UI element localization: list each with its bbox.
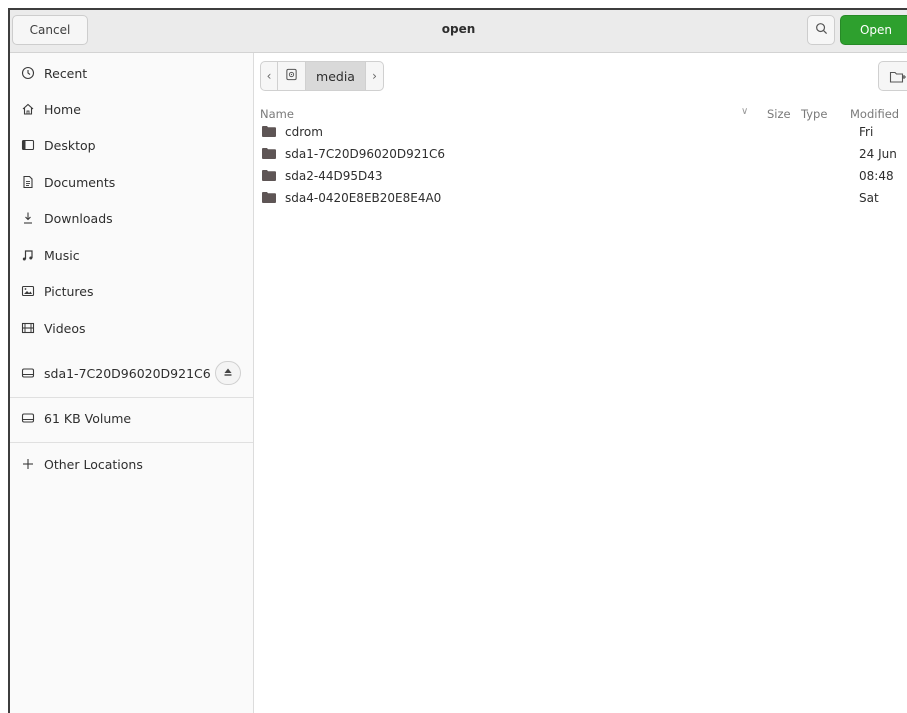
search-icon (815, 22, 828, 38)
sidebar-item-label: Documents (44, 174, 116, 190)
cancel-button[interactable]: Cancel (12, 15, 88, 45)
file-modified: Fri (859, 125, 874, 139)
sidebar-item-desktop[interactable]: Desktop (10, 127, 253, 163)
sidebar-item-music[interactable]: Music (10, 237, 253, 273)
drive-icon (20, 365, 36, 381)
file-row[interactable]: sda4-0420E8EB20E8E4A0 Sat (254, 188, 907, 210)
path-root-button[interactable] (278, 61, 306, 91)
sidebar-item-label: Downloads (44, 210, 113, 226)
sidebar-item-pictures[interactable]: Pictures (10, 273, 253, 309)
chevron-right-icon: › (372, 69, 377, 83)
folder-icon (262, 148, 276, 159)
plus-icon (20, 456, 36, 472)
column-header-name[interactable]: Name (260, 107, 294, 121)
file-modified: 08:48 (859, 169, 894, 183)
sidebar-item-label: 61 KB Volume (44, 410, 132, 426)
file-chooser-dialog: Cancel open Open Recent Home Desktop Doc… (8, 8, 907, 713)
column-header-type[interactable]: Type (801, 107, 827, 121)
file-name: sda4-0420E8EB20E8E4A0 (285, 191, 442, 205)
sidebar-item-other-locations[interactable]: Other Locations (10, 446, 253, 482)
file-row[interactable]: sda2-44D95D43 08:48 (254, 166, 907, 188)
folder-icon (262, 192, 276, 203)
new-folder-button[interactable] (878, 61, 907, 91)
sidebar-separator (10, 442, 253, 443)
document-icon (20, 174, 36, 190)
home-icon (20, 101, 36, 117)
path-bar: ‹ media › (260, 61, 384, 91)
drive-icon (20, 410, 36, 426)
sidebar-item-label: Videos (44, 320, 86, 336)
file-modified: Sat (859, 191, 879, 205)
file-name: cdrom (285, 125, 323, 139)
search-button[interactable] (807, 15, 835, 45)
sidebar-item-recent[interactable]: Recent (10, 55, 253, 91)
file-list-pane: ‹ media › Name ∨ Size Type Modified cdro… (254, 53, 907, 713)
disk-icon (285, 68, 298, 84)
file-row[interactable]: sda1-7C20D96020D921C6 24 Jun (254, 144, 907, 166)
column-header-modified[interactable]: Modified (850, 107, 899, 121)
path-back-button[interactable]: ‹ (260, 61, 278, 91)
sidebar-item-label: Desktop (44, 137, 96, 153)
path-forward-button[interactable]: › (366, 61, 384, 91)
clock-icon (20, 65, 36, 81)
sidebar-item-documents[interactable]: Documents (10, 164, 253, 200)
path-segment-current[interactable]: media (306, 61, 366, 91)
sidebar-item-downloads[interactable]: Downloads (10, 200, 253, 236)
sidebar-item-label: Music (44, 247, 80, 263)
picture-icon (20, 283, 36, 299)
open-button[interactable]: Open (840, 15, 907, 45)
sidebar-item-label: Other Locations (44, 456, 143, 472)
music-note-icon (20, 247, 36, 263)
sidebar-separator (10, 397, 253, 398)
file-row[interactable]: cdrom Fri (254, 122, 907, 144)
sidebar-item-61kb-volume[interactable]: 61 KB Volume (10, 400, 253, 436)
column-header-size[interactable]: Size (767, 107, 791, 121)
folder-icon (262, 126, 276, 137)
sidebar-item-label: Pictures (44, 283, 94, 299)
eject-icon (223, 367, 233, 380)
folder-icon (262, 170, 276, 181)
chevron-left-icon: ‹ (266, 69, 272, 83)
file-name: sda1-7C20D96020D921C6 (285, 147, 446, 161)
eject-button[interactable] (215, 361, 241, 385)
places-sidebar: Recent Home Desktop Documents Downloads (10, 53, 254, 713)
sidebar-item-label: sda1-7C20D96020D921C6 (44, 365, 211, 381)
sort-chevron-icon[interactable]: ∨ (741, 106, 748, 117)
header-bar: Cancel open Open (10, 10, 907, 53)
file-name: sda2-44D95D43 (285, 169, 383, 183)
new-folder-icon (889, 69, 907, 88)
sidebar-item-home[interactable]: Home (10, 91, 253, 127)
film-icon (20, 320, 36, 336)
sidebar-item-videos[interactable]: Videos (10, 310, 253, 346)
desktop-icon (20, 137, 36, 153)
file-modified: 24 Jun (859, 147, 897, 161)
download-icon (20, 210, 36, 226)
sidebar-item-label: Home (44, 101, 81, 117)
sidebar-item-label: Recent (44, 65, 88, 81)
dialog-title: open (441, 22, 476, 36)
